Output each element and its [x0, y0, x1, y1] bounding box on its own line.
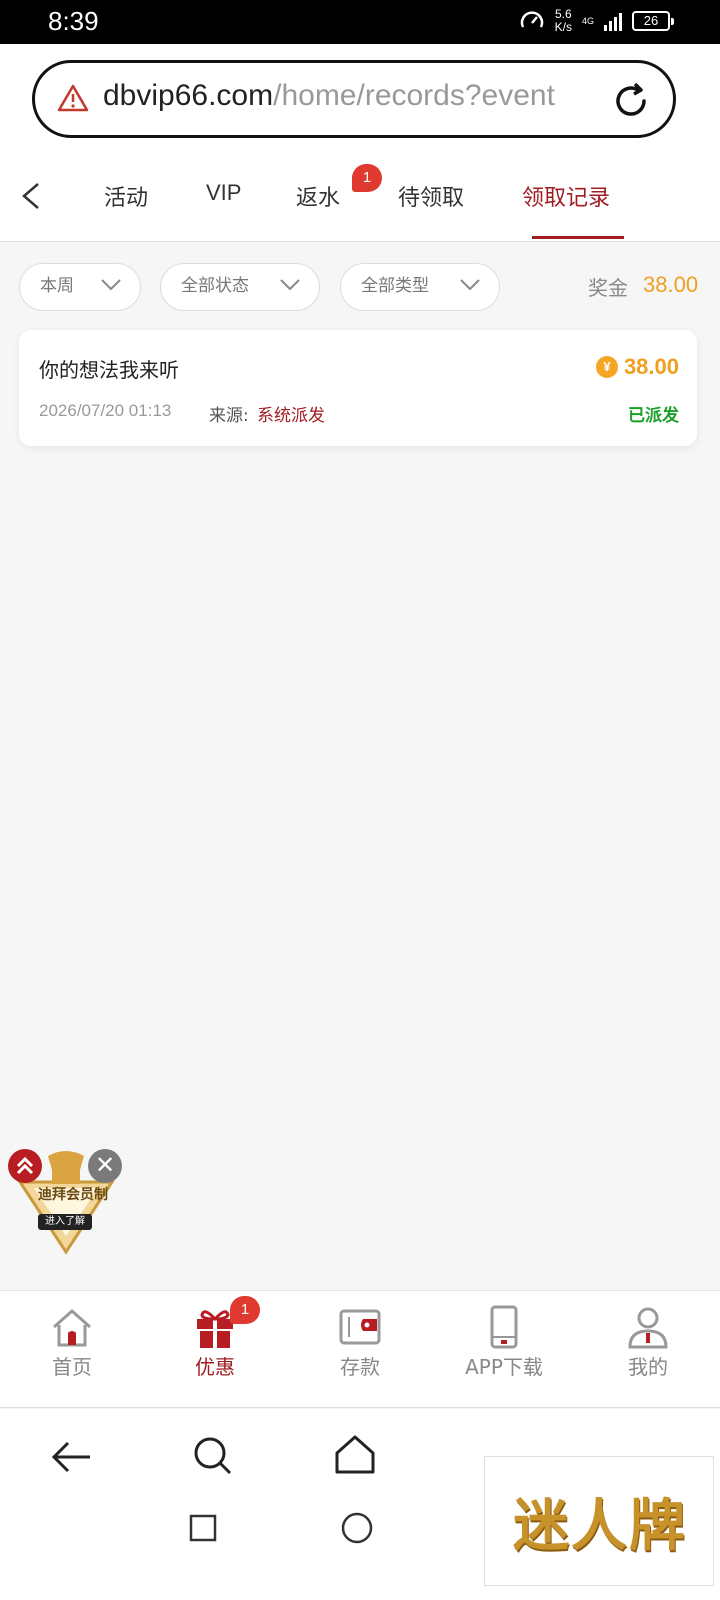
chevron-down-icon	[460, 279, 480, 291]
warning-icon[interactable]	[57, 83, 89, 113]
tab-rebate-badge: 1	[352, 164, 382, 192]
type-filter[interactable]: 全部类型	[340, 263, 500, 311]
url-domain: dbvip66.com	[103, 79, 274, 112]
nav-app-download[interactable]: APP下载	[444, 1305, 564, 1380]
tab-records[interactable]: 领取记录	[522, 180, 610, 212]
network-speed: 5.6 K/s	[555, 8, 572, 34]
record-source-label: 来源:	[209, 406, 249, 426]
bonus-total-label: 奖金	[588, 276, 628, 300]
period-filter-label: 本周	[40, 276, 74, 296]
status-time: 8:39	[48, 6, 99, 36]
network-type: 4G	[581, 16, 594, 26]
search-icon[interactable]	[192, 1435, 236, 1479]
scroll-top-button[interactable]	[8, 1149, 42, 1183]
chevron-down-icon	[101, 279, 121, 291]
status-filter[interactable]: 全部状态	[160, 263, 320, 311]
nav-profile[interactable]: 我的	[588, 1305, 708, 1380]
type-filter-label: 全部类型	[361, 276, 429, 296]
tab-vip[interactable]: VIP	[206, 180, 241, 206]
nav-promotions-label: 优惠	[195, 1355, 235, 1379]
record-status: 已派发	[628, 406, 679, 426]
vip-promo-title: 迪拜会员制	[38, 1187, 108, 1203]
record-amount: ¥ 38.00	[595, 354, 679, 380]
nav-deposit[interactable]: 存款	[300, 1305, 420, 1380]
watermark-logo: 迷人牌	[484, 1456, 714, 1586]
close-icon[interactable]: ✕	[88, 1149, 122, 1183]
signal-icon	[604, 11, 622, 31]
status-indicators: 5.6 K/s 4G 26	[519, 8, 674, 34]
browser-back-icon[interactable]	[50, 1437, 92, 1477]
chevron-down-icon	[280, 279, 300, 291]
bottom-nav: 首页 优惠 1 存款 APP下载 我的	[0, 1290, 720, 1408]
nav-deposit-label: 存款	[340, 1355, 380, 1379]
promo-tabs: 活动 VIP 返水 1 待领取 领取记录	[0, 152, 720, 242]
tab-pending[interactable]: 待领取	[398, 180, 464, 212]
url-text[interactable]: dbvip66.com/home/records?event	[103, 79, 593, 113]
user-icon	[628, 1307, 668, 1349]
nav-home-label: 首页	[52, 1355, 92, 1379]
period-filter[interactable]: 本周	[19, 263, 141, 311]
network-speed-unit: K/s	[554, 20, 572, 34]
reload-icon[interactable]	[611, 81, 651, 121]
home-icon	[53, 1309, 91, 1347]
address-bar[interactable]: dbvip66.com/home/records?event	[32, 60, 676, 138]
wallet-icon	[339, 1309, 381, 1345]
tab-activity[interactable]: 活动	[104, 180, 148, 212]
nav-promotions-badge: 1	[230, 1296, 260, 1324]
record-source: 系统派发	[257, 406, 325, 426]
bonus-total-value: 38.00	[643, 272, 699, 297]
phone-icon	[490, 1305, 518, 1349]
record-title: 你的想法我来听	[39, 358, 179, 382]
nav-profile-label: 我的	[628, 1355, 668, 1379]
double-chevron-up-icon	[16, 1156, 34, 1175]
battery-icon: 26	[632, 11, 674, 31]
nav-home[interactable]: 首页	[12, 1305, 132, 1380]
record-card[interactable]: 你的想法我来听 ¥ 38.00 2026/07/20 01:13 来源: 系统派…	[19, 330, 697, 446]
speedometer-icon	[520, 11, 543, 28]
watermark-text: 迷人牌	[513, 1493, 687, 1559]
status-bar: 8:39 5.6 K/s 4G 26	[0, 0, 720, 44]
url-path: /home/records?event	[273, 79, 555, 112]
browser-toolbar: dbvip66.com/home/records?event	[0, 44, 720, 152]
record-time: 2026/07/20 01:13	[39, 401, 172, 420]
vip-promo-enter-button[interactable]: 进入了解	[38, 1214, 92, 1230]
record-amount-value: 38.00	[623, 354, 679, 379]
back-chevron-icon[interactable]	[18, 180, 44, 212]
active-tab-indicator	[532, 236, 624, 239]
system-home-icon[interactable]	[340, 1511, 374, 1545]
tab-rebate[interactable]: 返水	[296, 180, 340, 212]
nav-app-download-label: APP下载	[465, 1355, 543, 1379]
browser-home-icon[interactable]	[334, 1433, 376, 1475]
yen-coin-icon: ¥	[595, 356, 618, 378]
status-filter-label: 全部状态	[181, 276, 249, 296]
recent-apps-icon[interactable]	[188, 1513, 218, 1543]
